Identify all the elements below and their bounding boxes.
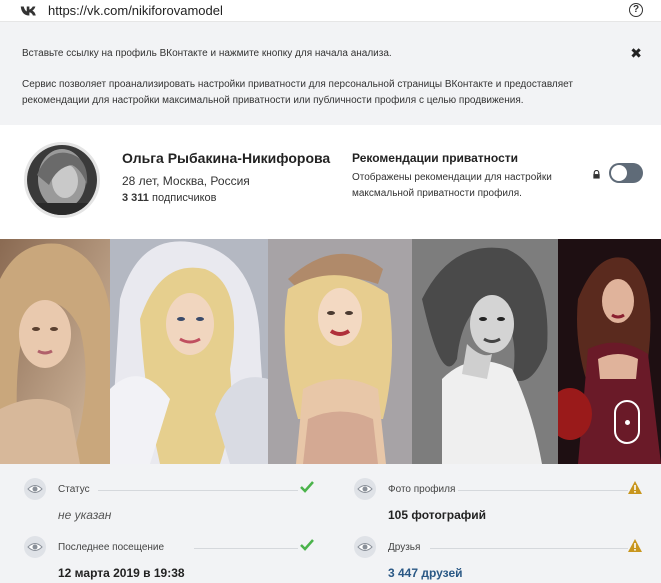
recommendations-description: Отображены рекомендации для настройки ма… — [352, 172, 552, 199]
lock-icon — [593, 170, 600, 179]
privacy-toggle[interactable] — [609, 163, 643, 183]
profile-photo[interactable] — [412, 239, 558, 464]
profile-header: Ольга Рыбакина-Никифорова 28 лет, Москва… — [0, 125, 661, 239]
scroll-indicator[interactable] — [614, 400, 640, 444]
divider — [194, 548, 298, 549]
stat-value: 12 марта 2019 в 19:38 — [58, 566, 185, 580]
profile-photo[interactable] — [268, 239, 412, 464]
vk-logo-icon — [20, 6, 36, 15]
close-icon[interactable]: ✖ — [630, 45, 642, 62]
stat-label: Статус — [58, 484, 90, 495]
subscribers-number: 3 311 — [122, 192, 149, 204]
check-icon — [300, 481, 314, 493]
stat-label: Друзья — [388, 542, 421, 553]
scroll-dot — [625, 420, 630, 425]
banner-description: Сервис позволяет проанализировать настро… — [22, 79, 573, 106]
eye-icon — [24, 478, 46, 500]
eye-icon — [354, 536, 376, 558]
profile-photo[interactable] — [0, 239, 110, 464]
stat-profile-photo: Фото профиля 105 фотографий — [354, 478, 644, 528]
warning-icon — [628, 539, 642, 552]
profile-meta: 28 лет, Москва, Россия — [122, 174, 250, 188]
toggle-knob — [611, 165, 627, 181]
help-icon[interactable]: ? — [629, 3, 643, 17]
banner-instruction: Вставьте ссылку на профиль ВКонтакте и н… — [22, 48, 392, 59]
eye-icon — [354, 478, 376, 500]
stat-label: Фото профиля — [388, 484, 456, 495]
privacy-stats: Статус не указан Фото профиля 105 фотогр… — [0, 464, 661, 583]
stat-status: Статус не указан — [24, 478, 314, 528]
divider — [98, 490, 298, 491]
profile-photo[interactable] — [558, 239, 661, 464]
stat-label: Последнее посещение — [58, 542, 165, 553]
check-icon — [300, 539, 314, 551]
stat-value: 105 фотографий — [388, 508, 487, 522]
stat-friends: Друзья 3 447 друзей — [354, 536, 644, 583]
subscribers-count: 3 311 подписчиков — [122, 192, 217, 204]
info-banner: Вставьте ссылку на профиль ВКонтакте и н… — [0, 22, 661, 125]
divider — [430, 548, 628, 549]
stat-value: не указан — [58, 508, 112, 522]
divider — [458, 490, 628, 491]
avatar[interactable] — [24, 142, 100, 218]
recommendations-title: Рекомендации приватности — [352, 151, 519, 165]
photo-strip — [0, 239, 661, 464]
stat-last-visit: Последнее посещение 12 марта 2019 в 19:3… — [24, 536, 314, 583]
friends-link[interactable]: 3 447 друзей — [388, 566, 463, 580]
profile-photo[interactable] — [110, 239, 268, 464]
subscribers-label: подписчиков — [151, 192, 217, 204]
eye-icon — [24, 536, 46, 558]
warning-icon — [628, 481, 642, 494]
profile-name: Ольга Рыбакина-Никифорова — [122, 150, 331, 166]
address-bar[interactable]: https://vk.com/nikiforovamodel ? — [0, 0, 661, 22]
url-text[interactable]: https://vk.com/nikiforovamodel — [48, 3, 223, 18]
